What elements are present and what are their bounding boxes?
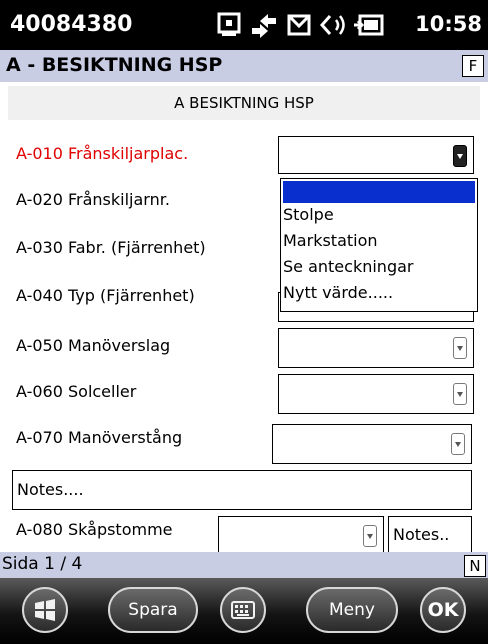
page-indicator: Sida 1 / 4 — [2, 554, 83, 574]
section-title: A BESIKTNING HSP — [8, 86, 480, 120]
field-label-a020: A-020 Frånskiljarnr. — [16, 190, 170, 209]
field-label-a030: A-030 Fabr. (Fjärrenhet) — [16, 238, 206, 257]
footer-bar: Sida 1 / 4 N — [0, 552, 488, 578]
message-icon[interactable] — [284, 10, 316, 40]
menu-button[interactable]: Meny — [306, 587, 398, 633]
keyboard-icon — [231, 601, 255, 619]
dropdown-option-markstation[interactable]: Markstation — [283, 231, 378, 250]
clock[interactable]: 10:58 — [415, 12, 482, 36]
start-button[interactable] — [22, 587, 68, 633]
field-label-a080: A-080 Skåpstomme — [16, 520, 173, 539]
dropdown-list[interactable]: Stolpe Markstation Se anteckningar Nytt … — [280, 178, 478, 312]
chevron-down-icon[interactable] — [453, 383, 467, 405]
dropdown-option-selected[interactable] — [283, 181, 475, 203]
battery-icon[interactable] — [352, 10, 384, 40]
sync-icon[interactable] — [214, 10, 246, 40]
chevron-down-icon[interactable] — [363, 525, 377, 547]
dropdown-option-se-anteckningar[interactable]: Se anteckningar — [283, 257, 413, 276]
select-a070[interactable] — [272, 424, 472, 464]
notes-a070[interactable]: Notes.... — [12, 470, 472, 510]
volume-icon[interactable] — [318, 10, 350, 40]
keyboard-button[interactable] — [220, 587, 266, 633]
select-a010[interactable] — [278, 136, 474, 174]
chevron-down-icon[interactable] — [453, 145, 467, 167]
field-label-a010: A-010 Frånskiljarplac. — [16, 144, 189, 163]
footer-mode-indicator[interactable]: N — [464, 555, 486, 577]
page-header: A - BESIKTNING HSP F — [0, 50, 488, 82]
header-mode-indicator[interactable]: F — [462, 55, 484, 77]
chevron-down-icon[interactable] — [453, 337, 467, 359]
status-bar: 40084380 10:58 — [0, 0, 488, 50]
select-a060[interactable] — [278, 374, 474, 414]
soft-key-bar: Spara Meny OK — [0, 578, 488, 644]
ok-button[interactable]: OK — [420, 587, 466, 633]
chevron-down-icon[interactable] — [451, 433, 465, 455]
field-label-a040: A-040 Typ (Fjärrenhet) — [16, 286, 195, 305]
windows-logo-icon — [35, 599, 55, 621]
field-label-a050: A-050 Manöverslag — [16, 336, 171, 355]
select-a080[interactable] — [218, 516, 384, 554]
field-label-a070: A-070 Manöverstång — [16, 428, 183, 447]
dropdown-option-stolpe[interactable]: Stolpe — [283, 205, 334, 224]
device-id: 40084380 — [10, 12, 133, 37]
dropdown-option-nytt-varde[interactable]: Nytt värde..... — [283, 283, 393, 302]
select-a050[interactable] — [278, 328, 474, 368]
connection-icon[interactable] — [248, 10, 280, 40]
field-label-a060: A-060 Solceller — [16, 382, 137, 401]
save-button[interactable]: Spara — [108, 587, 198, 633]
notes-a080[interactable]: Notes.. — [388, 516, 472, 554]
page-title: A - BESIKTNING HSP — [6, 54, 223, 76]
